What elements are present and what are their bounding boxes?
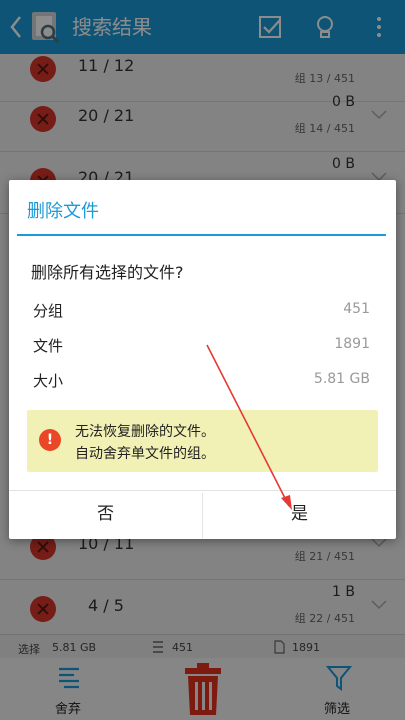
files-value: 1891 bbox=[334, 336, 370, 352]
files-label: 文件 bbox=[33, 337, 64, 355]
app-root: 搜索结果 11 / 12 组 13 / 451 20 / 21 0 B 组 14… bbox=[0, 0, 405, 720]
warning-box: ! 无法恢复删除的文件。 自动舍弃单文件的组。 bbox=[27, 410, 378, 472]
dialog-question: 删除所有选择的文件? bbox=[31, 263, 184, 282]
yes-button[interactable]: 是 bbox=[203, 491, 396, 540]
size-value: 5.81 GB bbox=[313, 371, 370, 387]
no-button[interactable]: 否 bbox=[9, 491, 202, 540]
warning-icon: ! bbox=[39, 429, 61, 451]
size-label: 大小 bbox=[33, 372, 64, 390]
dialog-title: 删除文件 bbox=[27, 201, 99, 222]
warning-line-2: 自动舍弃单文件的组。 bbox=[75, 446, 215, 462]
dialog-button-row: 否 是 bbox=[9, 490, 396, 539]
dialog-divider bbox=[17, 234, 386, 236]
delete-files-dialog: 删除文件 删除所有选择的文件? 分组 451 文件 1891 大小 5.81 G… bbox=[9, 180, 396, 539]
groups-value: 451 bbox=[343, 301, 370, 317]
warning-line-1: 无法恢复删除的文件。 bbox=[75, 424, 215, 440]
groups-label: 分组 bbox=[33, 302, 64, 320]
